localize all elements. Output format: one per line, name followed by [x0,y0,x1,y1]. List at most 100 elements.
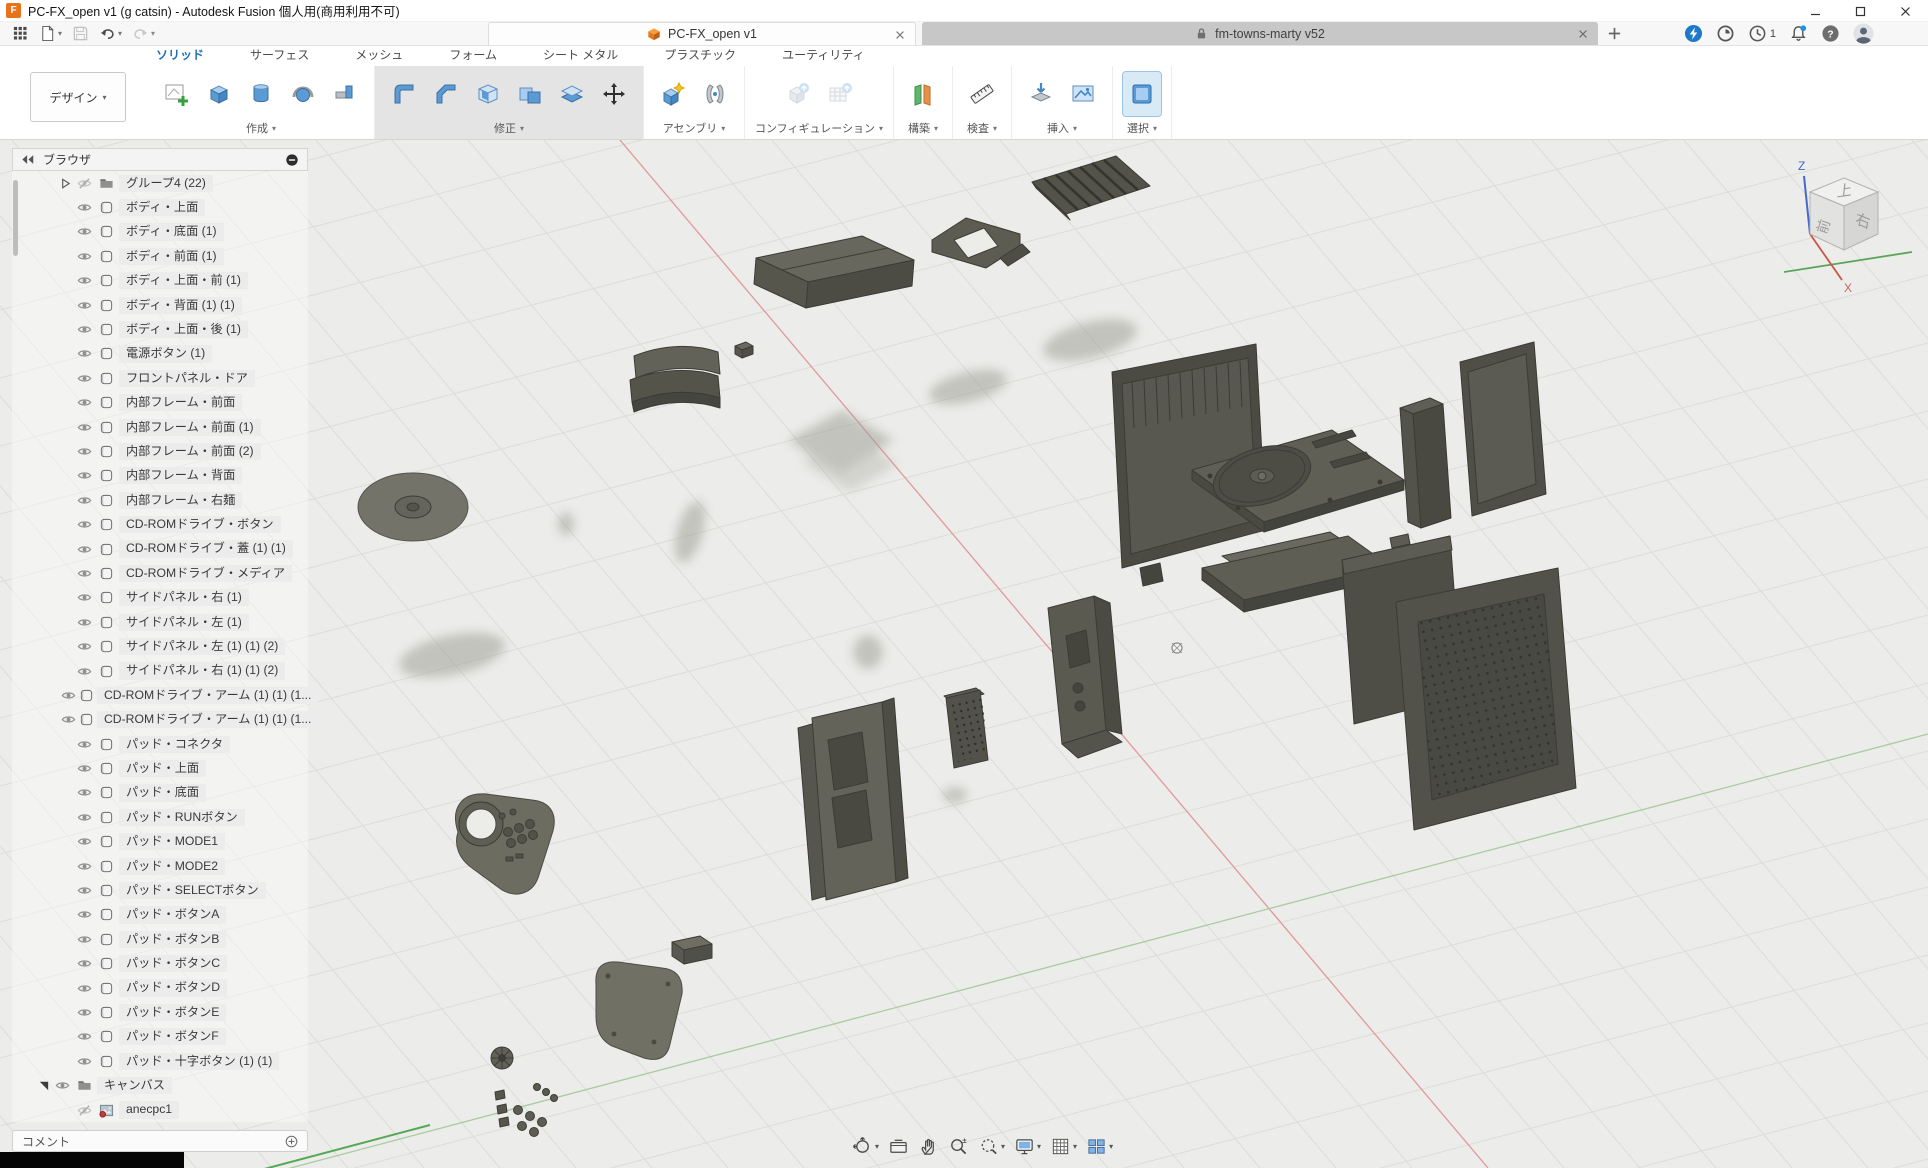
browser-item[interactable]: ボディ・上面・後 (1) [12,317,308,341]
view-cube[interactable]: 上 前 右 Z X [1784,148,1914,303]
visibility-eye-icon[interactable] [75,1029,94,1044]
extrude-icon[interactable] [200,72,238,116]
browser-item[interactable]: CD-ROMドライブ・メディア [12,561,308,585]
visibility-eye-icon[interactable] [75,639,94,654]
joint-icon[interactable] [696,72,734,116]
ribbon-tab-2[interactable]: メッシュ [355,46,403,66]
part-rear-bracket[interactable] [1048,596,1122,758]
visibility-eye-icon[interactable] [61,712,76,727]
configuration-table-icon[interactable] [821,72,859,116]
visibility-eye-icon[interactable] [75,249,94,264]
browser-item[interactable]: サイドパネル・右 (1) (1) (2) [12,659,308,683]
browser-item[interactable]: サイドパネル・右 (1) [12,586,308,610]
new-component-icon[interactable] [654,72,692,116]
part-small-buttons[interactable] [491,1047,558,1137]
new-tab-plus-icon[interactable] [1598,22,1631,45]
offset-face-icon[interactable] [553,72,591,116]
browser-item[interactable]: パッド・MODE1 [12,830,308,854]
part-front-door[interactable] [630,346,720,412]
browser-item[interactable]: 電源ボタン (1) [12,342,308,366]
ribbon-group-menu[interactable]: コンフィギュレーション▾ [755,120,883,136]
design-workspace-menu[interactable]: デザイン ▾ [30,72,126,122]
ribbon-group-menu[interactable]: 修正▾ [494,120,524,136]
visibility-eye-icon[interactable] [75,566,94,581]
visibility-eye-icon[interactable] [75,493,94,508]
expand-arrow-icon[interactable] [58,177,72,190]
visibility-eye-icon[interactable] [75,737,94,752]
part-pad-connector[interactable] [944,688,988,768]
shell-icon[interactable] [469,72,507,116]
browser-item[interactable]: 内部フレーム・前面 (1) [12,415,308,439]
notifications-icon[interactable] [1789,24,1808,43]
browser-item[interactable]: パッド・RUNボタン [12,805,308,829]
move-icon[interactable] [595,72,633,116]
canvas-insert-icon[interactable] [1064,72,1102,116]
visibility-eye-icon[interactable] [75,444,94,459]
ribbon-group-menu[interactable]: アセンブリ▾ [663,120,725,136]
part-side-panel-right-upper[interactable] [1460,342,1546,516]
visibility-eye-icon[interactable] [61,688,76,703]
ribbon-tab-1[interactable]: サーフェス [250,46,309,66]
visibility-eye-icon[interactable] [75,785,94,800]
redo-icon[interactable]: ▾ [130,24,157,43]
visibility-eye-icon[interactable] [75,1054,94,1069]
close-icon[interactable] [1883,0,1928,22]
visibility-eye-icon[interactable] [75,395,94,410]
browser-item[interactable]: ボディ・上面・前 (1) [12,269,308,293]
viewports-icon[interactable]: ▾ [1086,1136,1113,1157]
part-heatsink-grill[interactable] [1032,156,1150,220]
document-tab-inactive[interactable]: fm-towns-marty v52 [922,22,1598,45]
comment-bar[interactable]: コメント [12,1130,308,1152]
browser-item[interactable]: ボディ・上面 [12,195,308,219]
visibility-eye-off-icon[interactable] [75,1103,94,1118]
browser-item[interactable]: パッド・ボタンD [12,976,308,1000]
browser-item[interactable]: パッド・SELECTボタン [12,878,308,902]
select-icon[interactable] [1123,72,1161,116]
collapse-panel-icon[interactable] [21,154,35,165]
browser-item[interactable]: パッド・十字ボタン (1) (1) [12,1049,308,1073]
browser-item[interactable]: パッド・ボタンC [12,952,308,976]
browser-item[interactable]: CD-ROMドライブ・アーム (1) (1) (1... [12,708,308,732]
revolve-icon[interactable] [242,72,280,116]
document-tab-active[interactable]: PC-FX_open v1 [488,22,916,45]
collapse-arrow-icon[interactable] [36,1079,50,1092]
visibility-eye-icon[interactable] [75,615,94,630]
browser-item[interactable]: フロントパネル・ドア [12,366,308,390]
orbit-icon[interactable]: ▾ [852,1136,879,1157]
browser-item[interactable]: パッド・MODE2 [12,854,308,878]
history-icon[interactable]: 1 [1748,24,1776,43]
part-vent-panel[interactable] [1396,568,1576,830]
visibility-eye-icon[interactable] [75,981,94,996]
visibility-eye-icon[interactable] [75,224,94,239]
visibility-eye-icon[interactable] [75,517,94,532]
browser-item[interactable]: キャンバス [12,1073,308,1097]
combine-icon[interactable] [511,72,549,116]
part-small-box[interactable] [672,936,712,964]
ribbon-tab-0[interactable]: ソリッド [156,46,204,66]
ribbon-group-menu[interactable]: 検査▾ [967,120,997,136]
visibility-eye-icon[interactable] [75,590,94,605]
visibility-eye-icon[interactable] [75,371,94,386]
browser-item[interactable]: anecpc1 [12,1098,308,1122]
fit-icon[interactable]: ▾ [978,1136,1005,1157]
visibility-eye-icon[interactable] [75,834,94,849]
browser-item[interactable]: 内部フレーム・前面 [12,391,308,415]
browser-item[interactable]: パッド・ボタンA [12,903,308,927]
viewport-canvas[interactable]: ブラウザ グループ4 (22)ボディ・上面ボディ・底面 (1)ボディ・前面 (1… [0,140,1928,1168]
minimize-icon[interactable] [1793,0,1838,22]
browser-item[interactable]: 内部フレーム・右麺 [12,488,308,512]
browser-item[interactable]: 内部フレーム・前面 (2) [12,439,308,463]
save-icon[interactable] [70,24,91,43]
pipe-icon[interactable] [326,72,364,116]
ribbon-group-menu[interactable]: 挿入▾ [1047,120,1077,136]
visibility-eye-icon[interactable] [75,200,94,215]
ribbon-tab-5[interactable]: プラスチック [664,46,736,66]
visibility-eye-icon[interactable] [75,468,94,483]
job-status-icon[interactable] [1716,24,1735,43]
browser-item[interactable]: CD-ROMドライブ・ボタン [12,512,308,536]
help-icon[interactable]: ? [1821,24,1840,43]
app-menu-icon[interactable] [10,24,31,43]
part-inner-bracket-right[interactable] [1400,398,1451,528]
browser-item[interactable]: ボディ・背面 (1) (1) [12,293,308,317]
browser-item[interactable]: CD-ROMドライブ・蓋 (1) (1) [12,537,308,561]
